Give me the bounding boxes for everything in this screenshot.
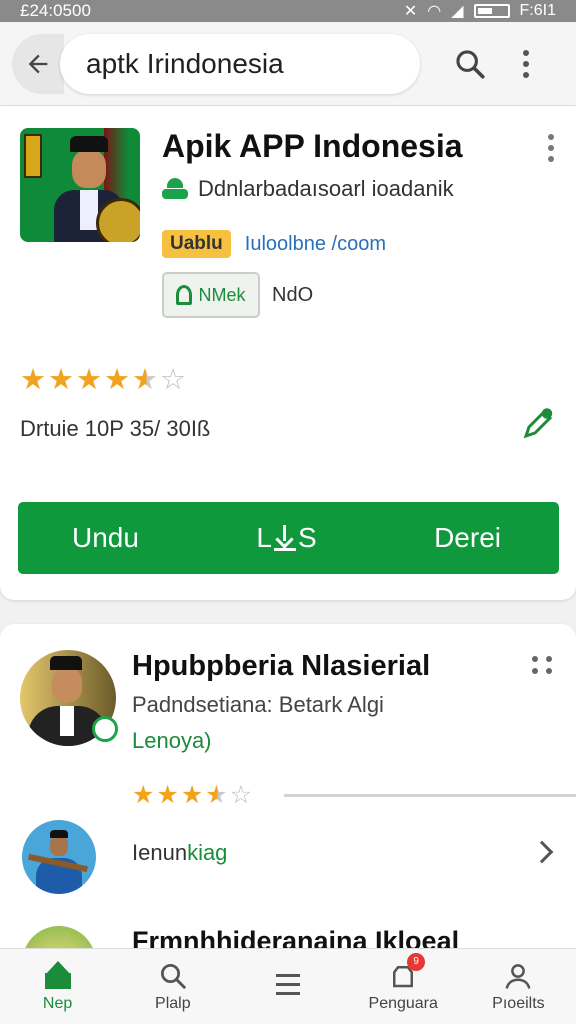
download-icon: [273, 525, 296, 551]
profile-icon: [505, 963, 531, 989]
app-menu-button[interactable]: [548, 134, 554, 162]
battery-icon: [473, 4, 510, 18]
empty-star-icon: ☆: [229, 781, 253, 809]
notification-icon: 9: [387, 952, 426, 991]
list-item-label[interactable]: Ienunkiag: [132, 840, 227, 866]
search-input[interactable]: aptk Irindonesia: [60, 33, 420, 94]
divider: [284, 794, 576, 797]
star-icon: ★: [180, 781, 204, 809]
star-icon: ★: [20, 364, 46, 396]
related-rating-stars: ★ ★ ★ ★ ☆: [132, 780, 252, 810]
verified-badge-icon: [92, 716, 118, 742]
nav-home-label: Nep: [42, 994, 73, 1012]
empty-star-icon: ☆: [160, 364, 186, 396]
half-star-icon: ★: [132, 364, 158, 396]
home-icon: [42, 960, 74, 991]
mod-chip[interactable]: NMek: [162, 272, 260, 318]
list-item-avatar[interactable]: [22, 820, 96, 894]
install-label-suffix: S: [297, 522, 317, 553]
star-icon: ★: [156, 781, 179, 809]
seal-icon: [96, 198, 140, 242]
app-title: Apik APP Indonesia: [162, 128, 463, 164]
app-meta: Drtuie 10P 35/ 30Iß: [20, 416, 211, 441]
nav-notifications[interactable]: 9 Penguara: [346, 949, 461, 1024]
wifi-icon: ◠: [427, 3, 442, 20]
related-green-text: Lenoya): [132, 728, 212, 753]
category-badge: Uablu: [162, 230, 231, 258]
star-icon: ★: [104, 364, 130, 396]
search-icon: [456, 49, 485, 79]
share-button[interactable]: Derei: [434, 522, 501, 554]
nav-menu[interactable]: [230, 949, 345, 1024]
mute-icon: ✕: [403, 3, 418, 20]
status-time: £24:0500: [20, 1, 91, 20]
app-card: Apik APP Indonesia Ddnlarbadaısoarl ioad…: [0, 106, 576, 600]
star-icon: ★: [48, 364, 74, 396]
half-star-icon: ★: [205, 781, 228, 809]
nav-profile[interactable]: Pıoeilts: [461, 949, 576, 1024]
nav-search[interactable]: Plalp: [115, 949, 230, 1024]
search-bar: aptk Irindonesia: [0, 22, 576, 106]
nav-search-label: Plalp: [155, 994, 191, 1012]
nav-profile-label: Pıoeilts: [492, 994, 545, 1012]
leaf-icon: [176, 285, 193, 305]
install-button[interactable]: L S: [256, 522, 316, 554]
signal-icon: ◢: [451, 3, 464, 20]
search-button[interactable]: [450, 44, 490, 84]
related-title[interactable]: Hpubpberia Nlasierial: [132, 650, 430, 683]
edit-button[interactable]: [520, 406, 556, 442]
battery-text: F:6I1: [519, 2, 556, 19]
back-button[interactable]: [12, 33, 64, 94]
install-label-prefix: L: [256, 522, 272, 553]
developer-row[interactable]: Ddnlarbadaısoarl ioadanik: [162, 176, 454, 202]
developer-name: Ddnlarbadaısoarl ioadanik: [198, 176, 454, 201]
nav-home[interactable]: Nep: [0, 949, 115, 1024]
download-button[interactable]: Undu: [72, 522, 139, 554]
website-link[interactable]: Iuloolbne /coom: [245, 233, 386, 256]
arrow-left-icon: [28, 54, 48, 73]
mod-label: NdO: [272, 283, 314, 306]
mod-row: NMek NdO: [162, 272, 313, 318]
related-subtitle: Padndsetiana: Betark Algi: [132, 692, 384, 717]
mod-chip-label: NMek: [198, 284, 246, 305]
rating-stars: ★ ★ ★ ★ ★ ☆: [20, 362, 186, 397]
menu-icon: [272, 970, 304, 1000]
related-menu-button[interactable]: [532, 656, 552, 674]
nav-notifications-label: Penguara: [368, 994, 438, 1012]
more-options-button[interactable]: [516, 49, 536, 78]
action-bar: Undu L S Derei: [18, 502, 559, 574]
chevron-right-icon[interactable]: [530, 840, 554, 864]
developer-icon: [162, 178, 188, 200]
status-icons: ✕ ◠ ◢ F:6I1: [404, 1, 556, 21]
bottom-nav: Nep Plalp 9 Penguara Pıoeilts: [0, 948, 576, 1024]
app-icon[interactable]: [20, 128, 140, 242]
status-bar: £24:0500 ✕ ◠ ◢ F:6I1: [0, 0, 576, 22]
search-icon: [160, 963, 186, 989]
badge-row: Uablu Iuloolbne /coom: [162, 230, 386, 258]
related-card: Hpubpberia Nlasierial Padndsetiana: Beta…: [0, 624, 576, 1000]
notification-badge: 9: [407, 952, 426, 971]
star-icon: ★: [76, 364, 102, 396]
pencil-icon: [523, 408, 553, 439]
star-icon: ★: [132, 781, 155, 809]
